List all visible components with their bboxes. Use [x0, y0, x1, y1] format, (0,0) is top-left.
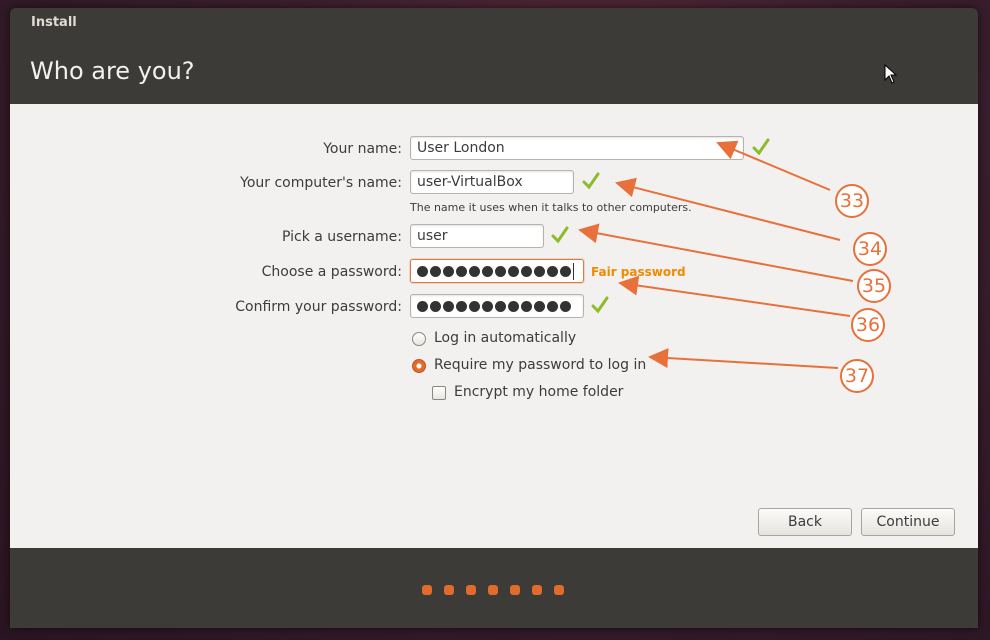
callout-33: 33 [835, 184, 869, 218]
callout-36: 36 [851, 308, 885, 342]
callout-35: 35 [857, 269, 891, 303]
arrow-36 [618, 275, 851, 317]
arrow-37 [648, 348, 839, 369]
annotation-arrows [578, 140, 854, 369]
callout-34: 34 [853, 232, 887, 266]
arrow-35 [578, 223, 854, 282]
arrow-33 [716, 140, 831, 191]
callout-37: 37 [840, 359, 874, 393]
arrow-34 [615, 177, 841, 241]
